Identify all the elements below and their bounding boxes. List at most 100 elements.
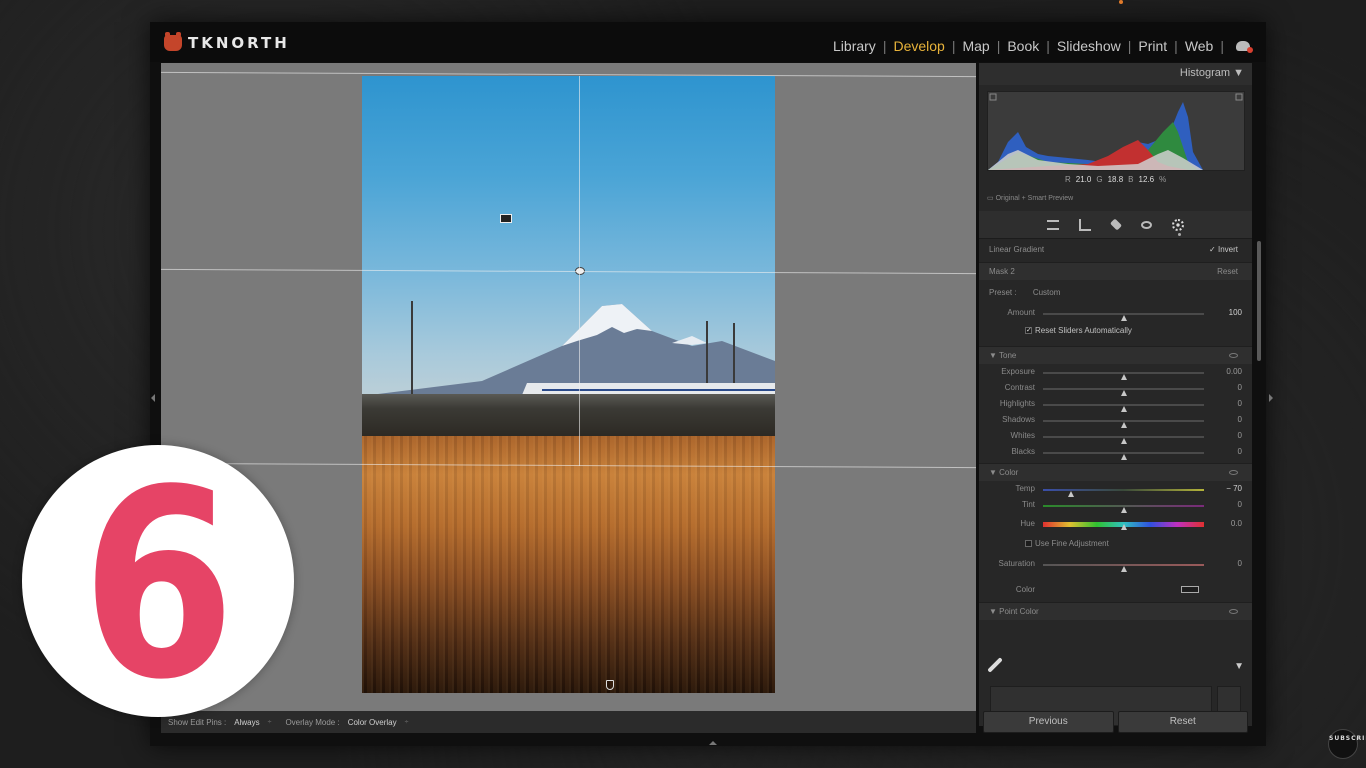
module-print[interactable]: Print <box>1137 38 1168 54</box>
reset-sliders-checkbox[interactable] <box>1025 327 1032 335</box>
exposure-slider[interactable] <box>1043 372 1204 380</box>
slider-thumb[interactable] <box>1121 406 1127 412</box>
show-edit-pins-select[interactable]: Always <box>234 718 259 727</box>
fine-adjust-row[interactable]: Use Fine Adjustment <box>979 539 1252 548</box>
slider-thumb[interactable] <box>1121 454 1127 460</box>
tint-row: Tint 0 <box>979 500 1252 516</box>
edit-pin-icon[interactable] <box>606 680 614 690</box>
module-library[interactable]: Library <box>832 38 877 54</box>
photo-pin-icon[interactable] <box>500 214 512 223</box>
left-panel-toggle-icon[interactable] <box>151 394 155 402</box>
whites-value[interactable]: 0 <box>1238 431 1242 440</box>
tint-slider[interactable] <box>1043 505 1204 513</box>
module-map[interactable]: Map <box>961 38 990 54</box>
slider-thumb[interactable] <box>1068 491 1074 497</box>
exposure-value[interactable]: 0.00 <box>1226 367 1242 376</box>
module-web[interactable]: Web <box>1184 38 1215 54</box>
bottom-buttons: Previous Reset <box>979 711 1252 733</box>
shadows-value[interactable]: 0 <box>1238 415 1242 424</box>
slider-thumb[interactable] <box>1121 374 1127 380</box>
saturation-label: Saturation <box>998 559 1035 568</box>
crop-icon[interactable] <box>1079 218 1091 231</box>
saturation-value[interactable]: 0 <box>1238 559 1242 568</box>
visibility-eye-icon[interactable] <box>1229 470 1238 475</box>
fine-adjust-label: Use Fine Adjustment <box>1035 539 1109 548</box>
hue-value[interactable]: 0.0 <box>1231 519 1242 528</box>
temp-row: Temp − 70 <box>979 484 1252 500</box>
module-book[interactable]: Book <box>1006 38 1040 54</box>
blacks-row: Blacks 0 <box>979 447 1252 463</box>
cloud-sync-icon[interactable] <box>1236 41 1253 53</box>
color-swatch-icon[interactable] <box>1181 586 1199 593</box>
photo-mount-fuji[interactable] <box>362 76 775 693</box>
blacks-slider[interactable] <box>1043 452 1204 460</box>
visibility-eye-icon[interactable] <box>1229 609 1238 614</box>
blacks-value[interactable]: 0 <box>1238 447 1242 456</box>
amount-slider[interactable] <box>1043 313 1204 321</box>
preview-icon: ▭ <box>987 195 996 202</box>
color-header[interactable]: ▼ Color <box>979 463 1252 481</box>
disclosure-triangle-icon[interactable]: ▼ <box>989 607 999 616</box>
contrast-value[interactable]: 0 <box>1238 383 1242 392</box>
histogram-graph[interactable] <box>987 91 1245 171</box>
module-develop[interactable]: Develop <box>892 38 945 54</box>
filmstrip-toggle-icon[interactable] <box>709 741 717 745</box>
red-eye-icon[interactable] <box>1141 220 1152 229</box>
hue-slider[interactable] <box>1043 522 1204 530</box>
mask-reset-button[interactable]: Reset <box>1217 267 1238 276</box>
overlay-mode-select[interactable]: Color Overlay <box>348 718 397 727</box>
grass-texture <box>362 436 775 693</box>
module-separator: | <box>1046 38 1050 54</box>
shadows-slider[interactable] <box>1043 420 1204 428</box>
gradient-axis-line[interactable] <box>579 76 580 466</box>
module-separator: | <box>951 38 956 54</box>
module-slideshow[interactable]: Slideshow <box>1056 38 1122 54</box>
edit-sliders-icon[interactable] <box>1047 219 1059 230</box>
temp-value[interactable]: − 70 <box>1226 484 1242 493</box>
checkmark-icon: ✓ <box>1209 245 1218 254</box>
contrast-label: Contrast <box>1004 383 1035 392</box>
highlights-row: Highlights 0 <box>979 399 1252 415</box>
shadows-row: Shadows 0 <box>979 415 1252 431</box>
highlights-slider[interactable] <box>1043 404 1204 412</box>
contrast-slider[interactable] <box>1043 388 1204 396</box>
previous-button[interactable]: Previous <box>983 711 1114 733</box>
preset-select[interactable]: Custom <box>1033 288 1061 297</box>
temp-slider[interactable] <box>1043 489 1204 497</box>
reset-sliders-label: Reset Sliders Automatically <box>1035 326 1132 335</box>
amount-value[interactable]: 100 <box>1229 308 1242 317</box>
right-panel-toggle-icon[interactable] <box>1269 394 1273 402</box>
slider-thumb[interactable] <box>1121 507 1127 513</box>
slider-thumb[interactable] <box>1121 390 1127 396</box>
reset-button[interactable]: Reset <box>1117 711 1248 733</box>
tone-header[interactable]: ▼ Tone <box>979 346 1252 364</box>
histogram-header[interactable]: Histogram ▼ <box>979 63 1252 85</box>
slider-thumb[interactable] <box>1121 422 1127 428</box>
chevron-down-icon[interactable]: ÷ <box>268 719 272 726</box>
subscribe-badge[interactable]: SUBSCRIBE <box>1328 729 1366 759</box>
reset-sliders-row[interactable]: Reset Sliders Automatically <box>979 326 1252 335</box>
collapse-triangle-icon[interactable]: ▼ <box>1233 67 1244 79</box>
disclosure-triangle-icon[interactable]: ▼ <box>989 468 999 477</box>
fine-adjust-checkbox[interactable] <box>1025 540 1032 548</box>
chevron-down-icon[interactable]: ÷ <box>405 719 409 726</box>
slider-thumb[interactable] <box>1121 566 1127 572</box>
whites-slider[interactable] <box>1043 436 1204 444</box>
masking-icon[interactable] <box>1172 218 1184 236</box>
shadows-label: Shadows <box>1002 415 1035 424</box>
mountain <box>362 301 775 406</box>
disclosure-triangle-icon[interactable]: ▼ <box>989 351 999 360</box>
slider-thumb[interactable] <box>1121 315 1127 321</box>
slider-thumb[interactable] <box>1121 438 1127 444</box>
dropdown-triangle-icon[interactable]: ▼ <box>1234 661 1244 672</box>
right-panel-scrollbar[interactable] <box>1257 241 1261 361</box>
eyedropper-icon[interactable] <box>987 657 1003 673</box>
highlights-value[interactable]: 0 <box>1238 399 1242 408</box>
tint-value[interactable]: 0 <box>1238 500 1242 509</box>
saturation-slider[interactable] <box>1043 564 1204 572</box>
point-color-header[interactable]: ▼ Point Color <box>979 602 1252 620</box>
invert-toggle[interactable]: ✓ Invert <box>1209 245 1238 254</box>
heal-eraser-icon[interactable] <box>1109 218 1123 231</box>
visibility-eye-icon[interactable] <box>1229 353 1238 358</box>
slider-thumb[interactable] <box>1121 524 1127 530</box>
